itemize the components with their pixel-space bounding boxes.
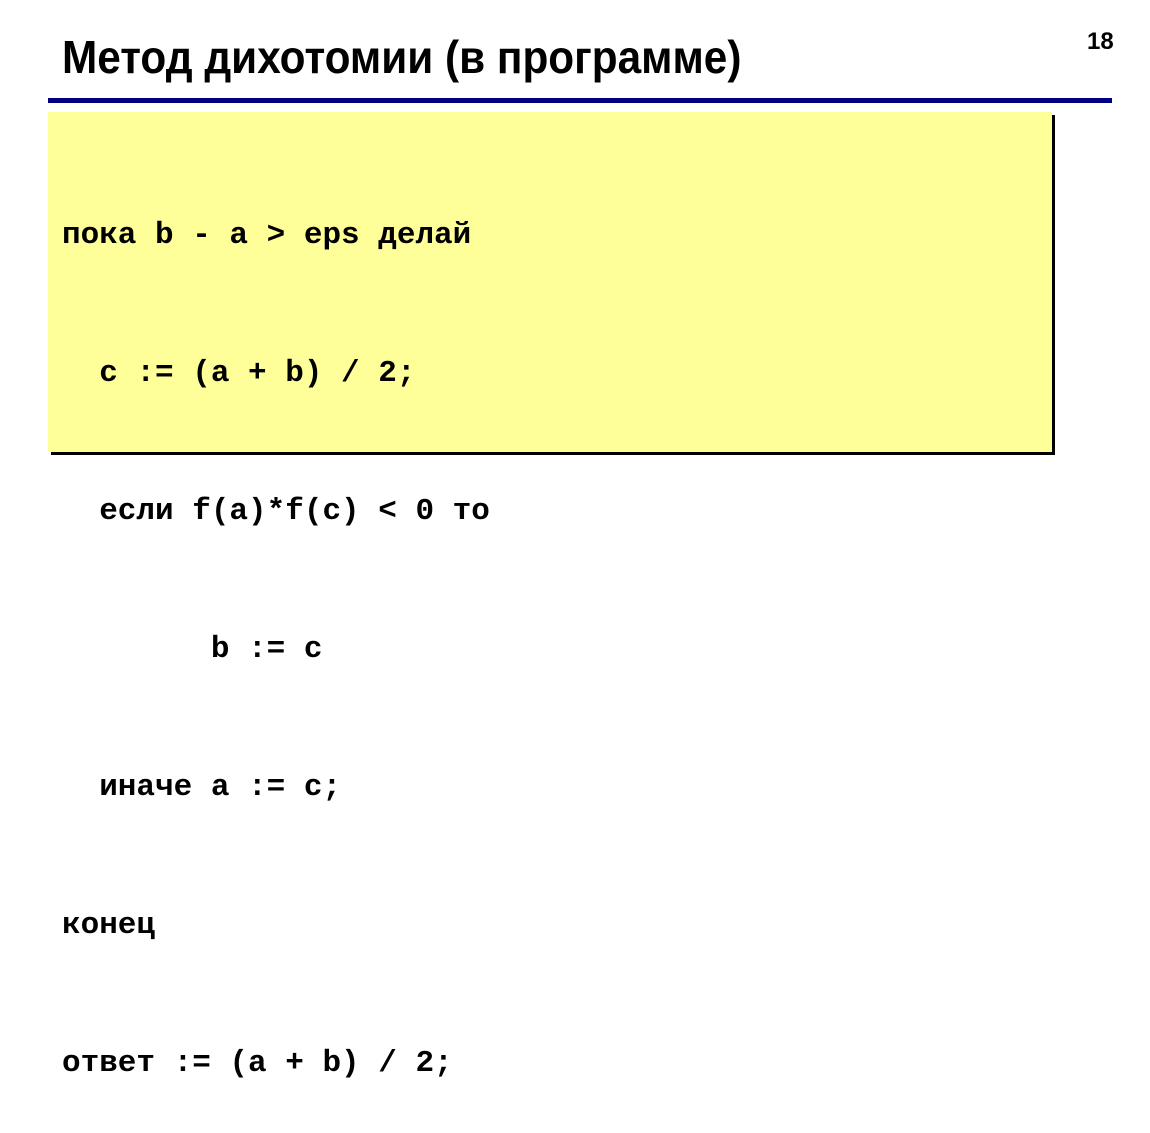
title-divider <box>48 98 1112 103</box>
code-line: c := (a + b) / 2; <box>62 356 416 391</box>
page-number: 18 <box>1087 28 1114 55</box>
slide-title: Метод дихотомии (в программе) <box>62 31 742 83</box>
code-line: если f(a)*f(c) < 0 то <box>62 494 490 529</box>
code-line: иначе a := c; <box>62 770 342 805</box>
code-line: конец <box>62 908 156 943</box>
code-line: b := c <box>62 632 323 667</box>
code-line: ответ := (a + b) / 2; <box>62 1046 453 1081</box>
code-block: пока b - a > eps делай c := (a + b) / 2;… <box>62 121 490 1133</box>
code-line: пока b - a > eps делай <box>62 218 472 253</box>
